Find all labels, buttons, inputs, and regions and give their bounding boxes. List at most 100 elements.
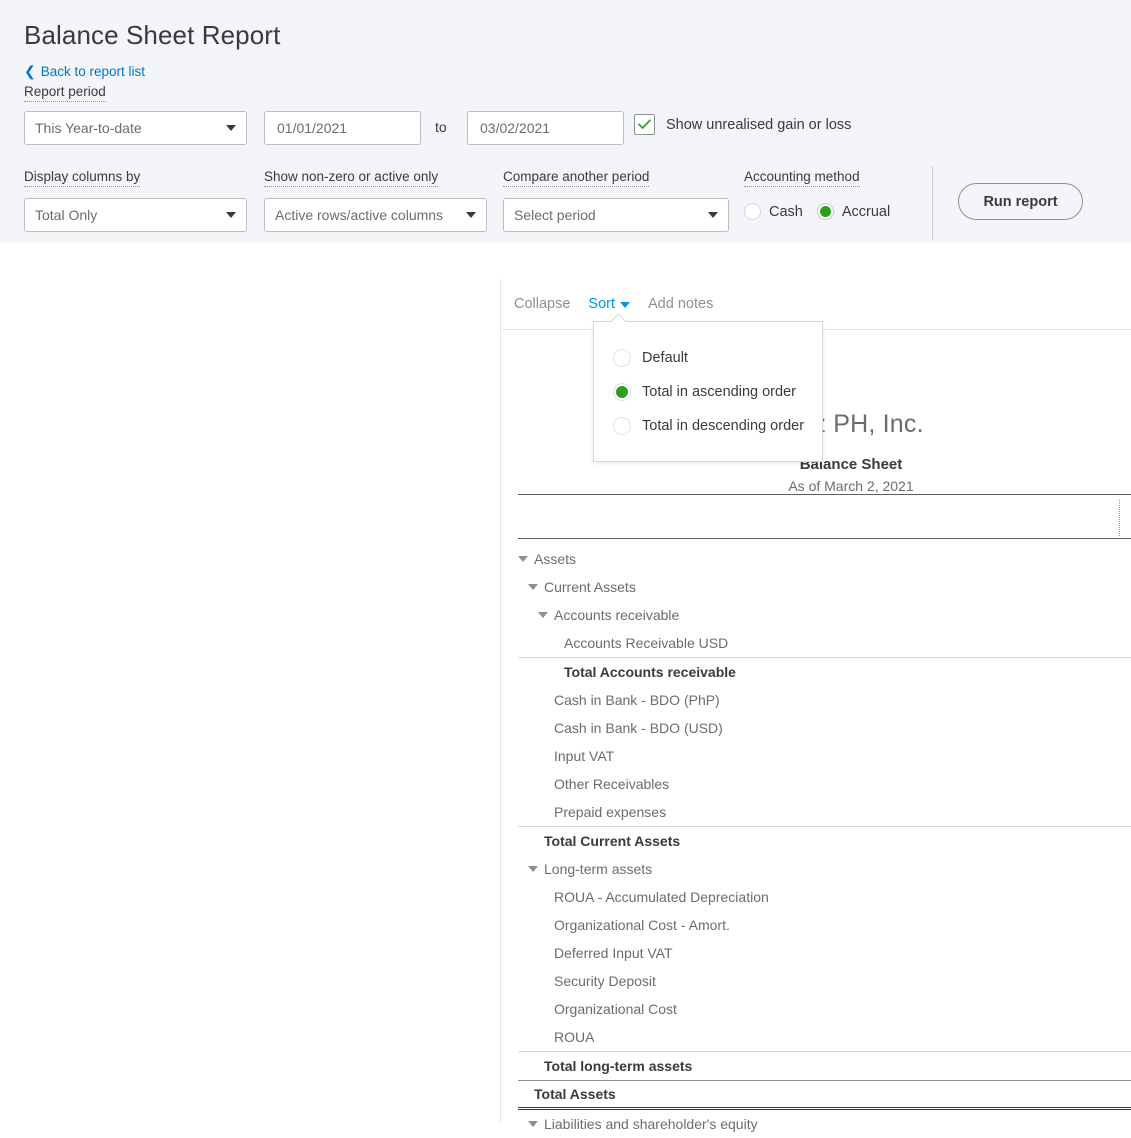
row-label: Deferred Input VAT (554, 945, 673, 961)
table-row: Prepaid expenses (518, 798, 1131, 826)
table-row: Accounts receivable (518, 601, 1131, 629)
sort-button[interactable]: Sort (588, 296, 631, 312)
add-notes-button[interactable]: Add notes (648, 296, 713, 312)
date-to-input[interactable]: 03/02/2021 (467, 111, 624, 145)
sort-option-label: Default (642, 350, 688, 366)
row-label: Cash in Bank - BDO (PhP) (554, 692, 720, 708)
add-notes-label: Add notes (648, 296, 714, 312)
check-icon (638, 119, 651, 129)
expand-collapse-triangle-icon[interactable] (528, 584, 538, 590)
row-label: Liabilities and shareholder's equity (544, 1116, 758, 1132)
report-as-of-date: As of March 2, 2021 (788, 478, 914, 494)
dropdown-notch-icon (611, 314, 626, 322)
table-header-row (518, 494, 1131, 539)
table-row: Accounts Receivable USD (518, 629, 1131, 657)
table-row: Cash in Bank - BDO (USD) (518, 714, 1131, 742)
display-columns-label: Display columns by (24, 169, 141, 187)
date-range-separator: to (435, 119, 447, 135)
unrealised-gain-loss-label: Show unrealised gain or loss (666, 116, 852, 133)
table-row: Total Accounts receivable (518, 657, 1131, 686)
table-row: ROUA (518, 1023, 1131, 1051)
sort-option[interactable]: Total in ascending order (594, 375, 822, 409)
expand-collapse-triangle-icon[interactable] (528, 866, 538, 872)
radio-unselected-icon (613, 349, 631, 367)
chevron-down-icon (226, 212, 236, 218)
row-label: ROUA - Accumulated Depreciation (554, 889, 769, 905)
accounting-method-radio-group: Cash Accrual (744, 203, 890, 220)
date-to-value: 03/02/2021 (480, 120, 551, 136)
balance-sheet-table: Assets Current Assets Accounts receivable A… (501, 494, 1131, 1138)
sort-options-list: Default Total in ascending order Total in … (594, 341, 822, 443)
unrealised-gain-loss-checkbox[interactable] (634, 114, 655, 135)
back-to-report-list-link[interactable]: ❮ Back to report list (24, 64, 146, 80)
collapse-button[interactable]: Collapse (514, 296, 570, 312)
unrealised-gain-loss-row[interactable]: Show unrealised gain or loss (634, 114, 851, 135)
non-zero-select[interactable]: Active rows/active columns (264, 198, 487, 232)
collapse-label: Collapse (514, 296, 571, 312)
row-label: Current Assets (544, 579, 636, 595)
accounting-method-label: Accounting method (744, 169, 860, 187)
run-report-label: Run report (983, 193, 1058, 210)
chevron-down-icon (708, 212, 718, 218)
sort-option[interactable]: Default (594, 341, 822, 375)
table-body: Assets Current Assets Accounts receivable A… (501, 545, 1131, 1138)
report-filter-panel: Balance Sheet Report ❮ Back to report li… (0, 0, 1131, 243)
table-row: Other Receivables (518, 770, 1131, 798)
table-row: Organizational Cost (518, 995, 1131, 1023)
column-divider (1119, 499, 1120, 536)
radio-unselected-icon (613, 417, 631, 435)
compare-period-select[interactable]: Select period (503, 198, 729, 232)
radio-unselected-icon (744, 203, 761, 220)
table-row: Liabilities and shareholder's equity (518, 1110, 1131, 1138)
compare-period-value: Select period (514, 207, 596, 223)
display-columns-select[interactable]: Total Only (24, 198, 247, 232)
chevron-down-icon (466, 212, 476, 218)
chevron-down-icon (620, 302, 631, 308)
date-from-input[interactable]: 01/01/2021 (264, 111, 421, 145)
report-period-select[interactable]: This Year-to-date (24, 111, 247, 145)
compare-period-label: Compare another period (503, 169, 650, 187)
accounting-method-accrual-radio[interactable]: Accrual (816, 203, 891, 220)
table-row: Input VAT (518, 742, 1131, 770)
expand-collapse-triangle-icon[interactable] (538, 612, 548, 618)
radio-selected-icon (613, 383, 631, 401)
table-row: Current Assets (518, 573, 1131, 601)
back-link-label: Back to report list (40, 64, 146, 79)
sort-dropdown-menu: Default Total in ascending order Total in … (593, 321, 823, 462)
sort-option-label: Total in ascending order (642, 384, 796, 400)
row-label: Total long-term assets (544, 1058, 693, 1074)
row-label: Organizational Cost - Amort. (554, 917, 730, 933)
page-title: Balance Sheet Report (24, 20, 281, 50)
row-label: Total Current Assets (544, 833, 681, 849)
table-row: Security Deposit (518, 967, 1131, 995)
sort-option[interactable]: Total in descending order (594, 409, 822, 443)
display-columns-value: Total Only (35, 207, 98, 223)
table-row: Long-term assets (518, 855, 1131, 883)
toolbar-divider (932, 166, 933, 240)
table-row: Total Current Assets (518, 826, 1131, 855)
expand-collapse-triangle-icon[interactable] (518, 556, 528, 562)
accounting-method-cash-label: Cash (769, 203, 803, 220)
radio-selected-icon (816, 203, 834, 220)
run-report-button[interactable]: Run report (958, 183, 1083, 220)
row-label: Accounts receivable (554, 607, 680, 623)
accounting-method-accrual-label: Accrual (841, 203, 891, 220)
row-label: Cash in Bank - BDO (USD) (554, 720, 723, 736)
row-label: ROUA (554, 1029, 595, 1045)
row-label: Security Deposit (554, 973, 656, 989)
accounting-method-cash-radio[interactable]: Cash (744, 203, 803, 220)
row-label: Prepaid expenses (554, 804, 667, 820)
table-row: Assets (518, 545, 1131, 573)
table-row: Deferred Input VAT (518, 939, 1131, 967)
expand-collapse-triangle-icon[interactable] (528, 1121, 538, 1127)
non-zero-value: Active rows/active columns (275, 207, 444, 223)
row-label: Other Receivables (554, 776, 670, 792)
chevron-down-icon (226, 125, 236, 131)
report-period-value: This Year-to-date (35, 120, 142, 136)
row-label: Input VAT (554, 748, 615, 764)
non-zero-label: Show non-zero or active only (264, 169, 439, 187)
row-label: Total Assets (534, 1086, 616, 1102)
row-label: Accounts Receivable USD (564, 635, 729, 651)
table-row: Total Assets (518, 1080, 1131, 1110)
row-label: Long-term assets (544, 861, 653, 877)
